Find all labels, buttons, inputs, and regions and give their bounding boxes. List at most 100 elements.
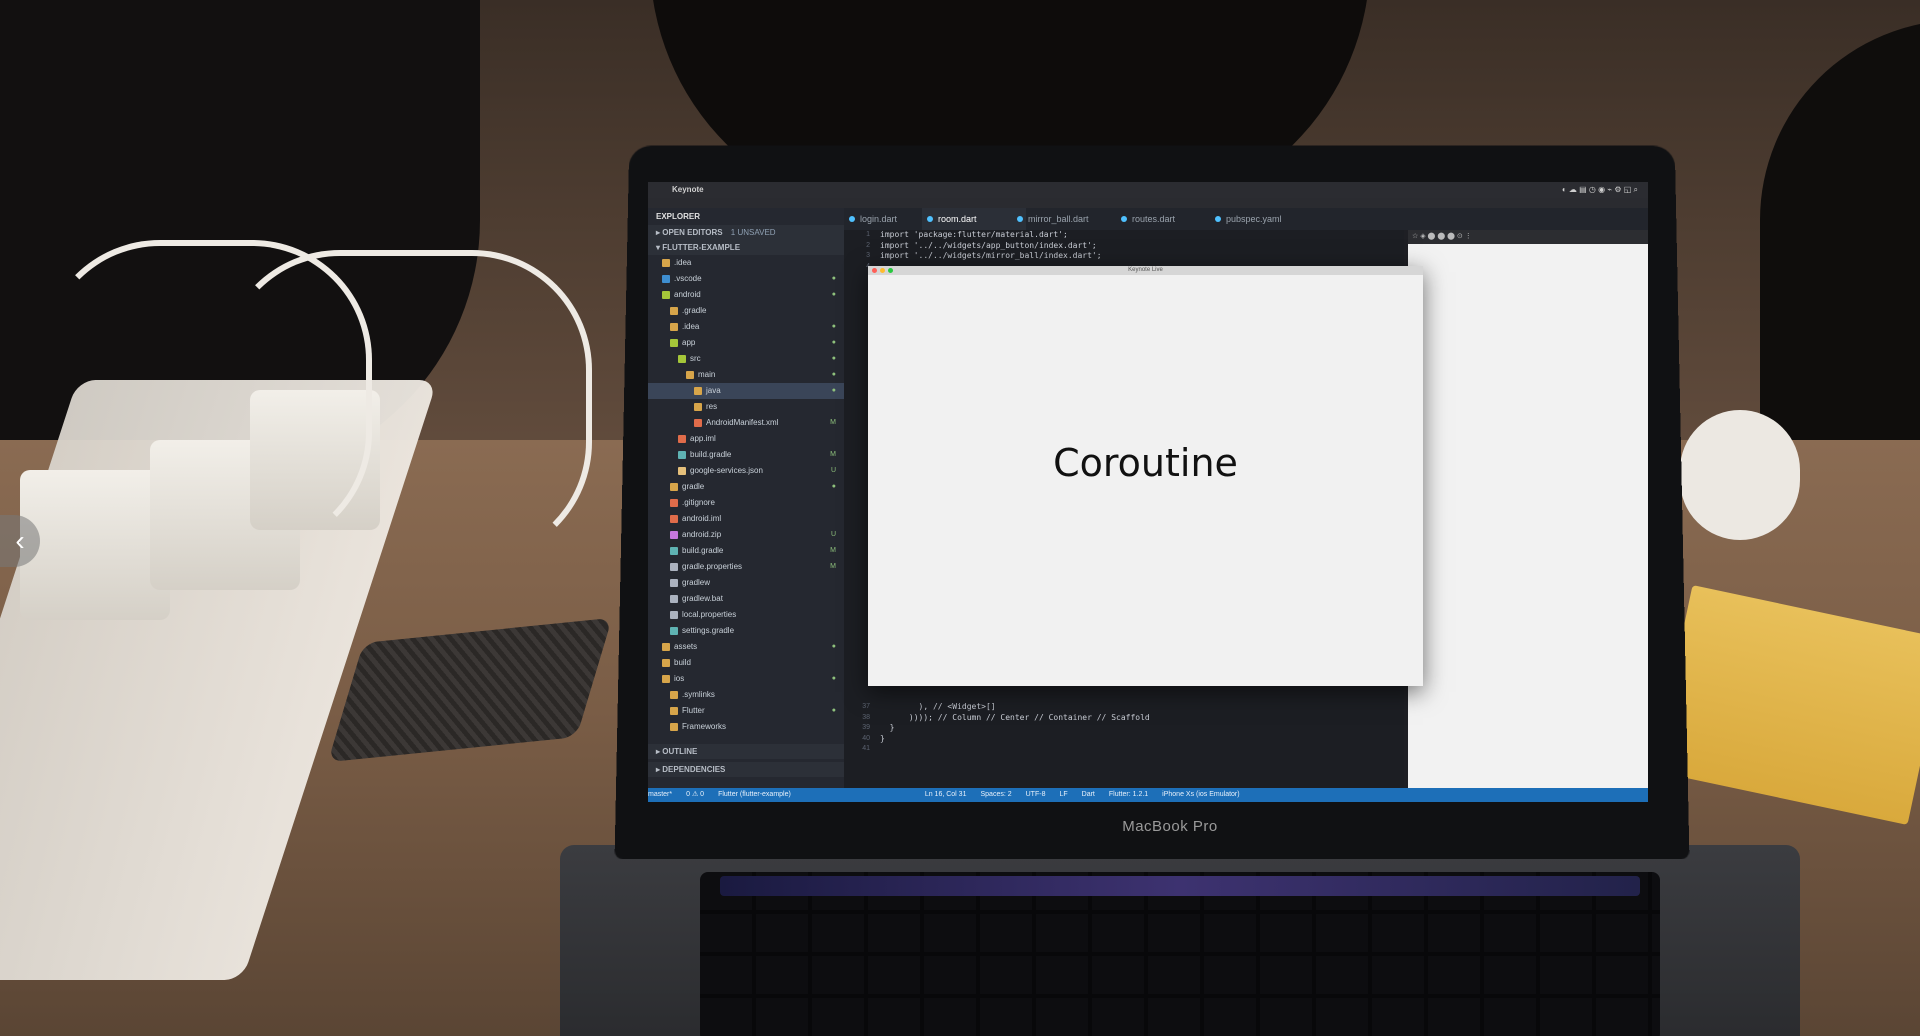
- close-icon[interactable]: [872, 268, 877, 273]
- file-icon: [670, 690, 678, 699]
- editor-tab[interactable]: routes.dart: [1116, 208, 1220, 230]
- file-icon: [670, 610, 678, 619]
- tree-item[interactable]: assets ●: [648, 639, 844, 655]
- tree-item[interactable]: build: [648, 655, 844, 671]
- dart-file-icon: [1215, 216, 1221, 222]
- tree-item[interactable]: .gradle: [648, 303, 844, 319]
- status-item[interactable]: master*: [648, 791, 672, 798]
- editor-tab[interactable]: room.dart: [922, 208, 1026, 230]
- tree-item[interactable]: ios ●: [648, 671, 844, 687]
- git-status-badge: ●: [831, 291, 836, 298]
- line-number: 38: [862, 713, 870, 721]
- status-item[interactable]: Spaces: 2: [980, 791, 1011, 798]
- tree-item[interactable]: app.iml: [648, 431, 844, 447]
- tree-item[interactable]: android.zip U: [648, 527, 844, 543]
- tree-item[interactable]: android ●: [648, 287, 844, 303]
- git-status-badge: M: [830, 451, 836, 458]
- code-line: ), // <Widget>[]: [880, 702, 996, 711]
- open-editors-section[interactable]: ▸ OPEN EDITORS 1 UNSAVED: [648, 225, 844, 240]
- file-icon: [670, 498, 678, 507]
- line-number: 3: [866, 252, 870, 259]
- status-item[interactable]: Flutter (flutter-example): [718, 791, 791, 798]
- file-icon: [670, 546, 678, 555]
- git-status-badge: ●: [831, 371, 836, 378]
- status-item[interactable]: LF: [1059, 791, 1067, 798]
- git-status-badge: M: [830, 547, 836, 554]
- tree-item[interactable]: .symlinks: [648, 687, 844, 703]
- outline-section[interactable]: ▸ OUTLINE: [648, 744, 860, 759]
- tree-item-label: assets: [674, 642, 698, 651]
- tree-item[interactable]: settings.gradle: [648, 623, 844, 639]
- macos-menubar: Keynote ◐ ☁ ▤ ◷ ◉ ⌁ ⚙ ◱ ⌕: [648, 182, 1648, 198]
- tree-item[interactable]: src ●: [648, 351, 844, 367]
- dependencies-section[interactable]: ▸ DEPENDENCIES: [648, 762, 860, 777]
- tree-item-label: android.zip: [682, 530, 722, 539]
- tree-item[interactable]: Flutter ●: [648, 703, 844, 719]
- file-icon: [670, 706, 678, 715]
- tree-item[interactable]: gradle.properties M: [648, 559, 844, 575]
- tree-item[interactable]: main ●: [648, 367, 844, 383]
- code-line: import '../../widgets/app_button/index.d…: [880, 240, 1097, 250]
- editor-tab[interactable]: mirror_ball.dart: [1012, 208, 1116, 230]
- tree-item[interactable]: gradlew: [648, 575, 844, 591]
- file-icon: [670, 338, 678, 347]
- tree-item[interactable]: build.gradle M: [648, 447, 844, 463]
- status-item[interactable]: Dart: [1082, 791, 1095, 798]
- git-status-badge: M: [830, 419, 836, 426]
- tree-item[interactable]: Frameworks: [648, 719, 844, 735]
- tree-item-label: build: [674, 658, 691, 667]
- white-cable: [220, 250, 592, 562]
- status-item[interactable]: Flutter: 1.2.1: [1109, 791, 1148, 798]
- unsaved-badge: 1 UNSAVED: [730, 228, 776, 237]
- editor-tab[interactable]: pubspec.yaml: [1210, 208, 1336, 230]
- tree-item[interactable]: res: [648, 399, 844, 415]
- code-line: }: [880, 733, 885, 743]
- explorer-header: EXPLORER: [656, 212, 701, 221]
- menubar-app-name[interactable]: Keynote: [672, 182, 704, 198]
- git-status-badge: ●: [831, 483, 836, 490]
- tree-item[interactable]: gradlew.bat: [648, 591, 844, 607]
- code-line: import '../../widgets/mirror_ball/index.…: [880, 251, 1102, 260]
- tree-item-label: google-services.json: [690, 466, 763, 475]
- tab-label: login.dart: [860, 214, 898, 224]
- git-status-badge: U: [830, 467, 836, 474]
- tree-item[interactable]: app ●: [648, 335, 844, 351]
- dart-file-icon: [927, 216, 933, 222]
- dart-file-icon: [849, 216, 855, 222]
- dart-file-icon: [1017, 216, 1023, 222]
- status-item[interactable]: iPhone Xs (ios Emulator): [1162, 791, 1239, 798]
- tree-item[interactable]: .idea: [648, 255, 844, 271]
- status-item[interactable]: Ln 16, Col 31: [925, 791, 967, 798]
- tree-item[interactable]: AndroidManifest.xml M: [648, 415, 844, 431]
- tree-item-label: Frameworks: [682, 722, 727, 731]
- line-number: 37: [862, 703, 870, 710]
- keynote-title-bar: Keynote Live: [868, 266, 1423, 275]
- zoom-icon[interactable]: [888, 268, 893, 273]
- line-number: 1: [866, 231, 870, 238]
- power-plug: [1680, 410, 1800, 540]
- tree-item[interactable]: .vscode ●: [648, 271, 844, 287]
- slide-title: Coroutine: [1053, 441, 1238, 485]
- laptop-brand-label: MacBook Pro: [1122, 818, 1218, 835]
- line-number: 40: [862, 734, 870, 742]
- minimize-icon[interactable]: [880, 268, 885, 273]
- dart-file-icon: [1121, 216, 1127, 222]
- tree-item[interactable]: local.properties: [648, 607, 844, 623]
- project-section[interactable]: ▾ FLUTTER-EXAMPLE: [648, 240, 844, 255]
- tree-item[interactable]: .gitignore: [648, 495, 844, 511]
- tree-item[interactable]: android.iml: [648, 511, 844, 527]
- file-icon: [662, 274, 670, 283]
- tree-item[interactable]: .idea ●: [648, 319, 844, 335]
- file-icon: [678, 434, 686, 443]
- status-item[interactable]: 0 ⚠ 0: [686, 791, 704, 798]
- tree-item[interactable]: build.gradle M: [648, 543, 844, 559]
- explorer-sidebar: EXPLORER ▸ OPEN EDITORS 1 UNSAVED ▾ FLUT…: [648, 208, 860, 788]
- status-item[interactable]: UTF-8: [1026, 791, 1046, 798]
- file-icon: [670, 626, 678, 635]
- tree-item[interactable]: java ●: [648, 383, 844, 399]
- tree-item[interactable]: google-services.json U: [648, 463, 844, 479]
- file-icon: [662, 674, 670, 683]
- tree-item[interactable]: gradle ●: [648, 479, 844, 495]
- code-line: )))); // Column // Center // Container /…: [880, 712, 1150, 722]
- file-icon: [670, 482, 678, 491]
